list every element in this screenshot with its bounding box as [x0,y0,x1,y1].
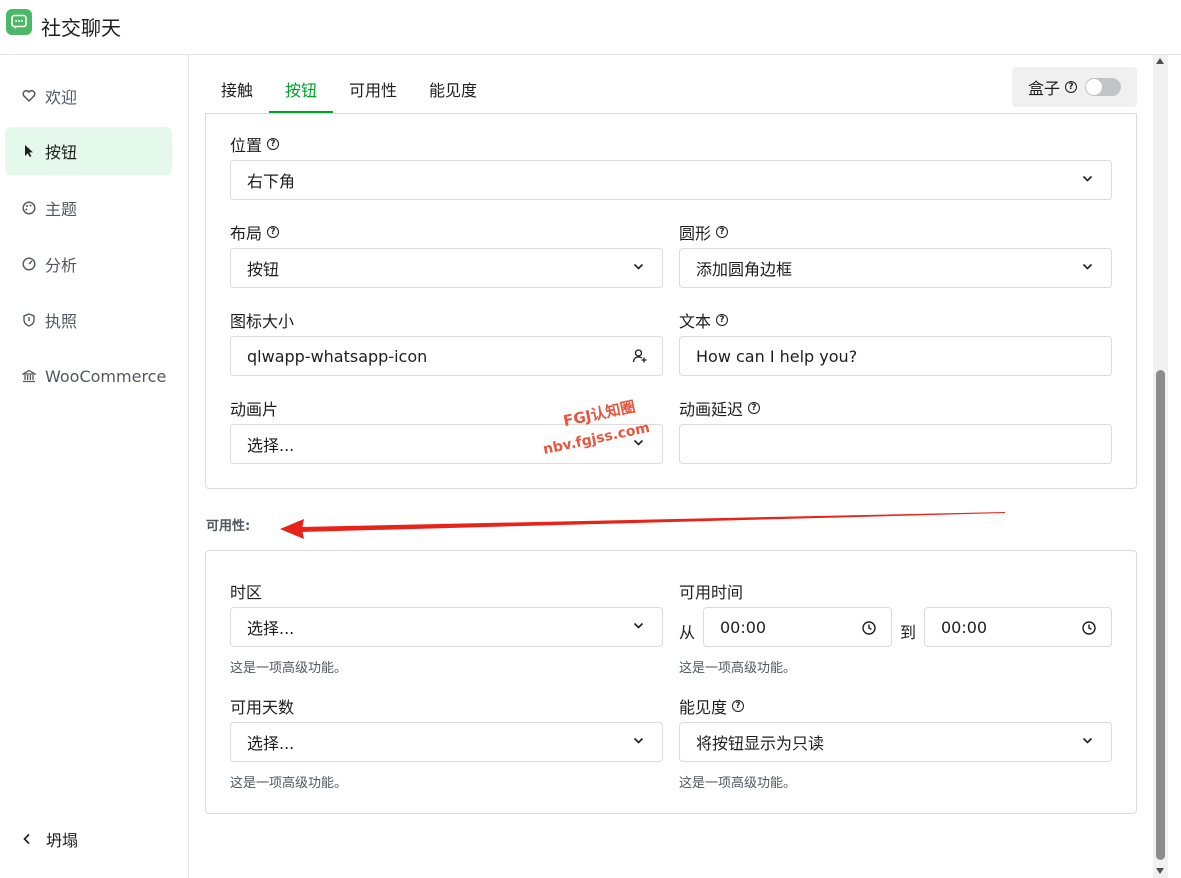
help-icon[interactable]: ? [748,402,761,414]
available-time-label: 可用时间 [679,583,744,602]
sidebar-item-label: 分析 [45,256,78,275]
icon-size-label: 图标大小 [230,312,295,331]
sidebar-item-label: WooCommerce [45,366,167,386]
timezone-label: 时区 [230,583,263,602]
help-icon[interactable]: ? [716,226,729,238]
switch-knob [1086,79,1103,95]
from-label: 从 [679,623,696,642]
button-settings-panel: 位置? 右下角 布局? 按钮 圆形? 添加圆角边框 图标大小 qlwapp-wh… [205,113,1137,489]
help-icon[interactable]: ? [267,226,280,238]
gauge-icon [22,257,36,271]
user-add-icon [632,349,647,363]
help-icon[interactable]: ? [1065,81,1078,93]
chat-logo-icon [6,9,32,35]
top-bar: 社交聊天 [0,0,1181,55]
text-input[interactable]: How can I help you? [679,336,1112,376]
position-label: 位置? [230,132,280,156]
visibility-label: 能见度? [679,694,745,718]
collapse-button[interactable]: 坍塌 [22,827,78,851]
timezone-hint: 这是一项高级功能。 [230,661,348,676]
sidebar-item-label: 执照 [45,312,78,331]
animation-label: 动画片 [230,400,279,419]
chevron-down-icon [1082,737,1093,744]
chevron-down-icon [1082,175,1093,182]
rounded-select[interactable]: 添加圆角边框 [679,248,1112,288]
sidebar: 欢迎 按钮 主题 分析 执照 WooCommerce 坍塌 [0,55,189,878]
scroll-up-arrow-icon[interactable] [1156,58,1164,64]
tab-bar: 接触 按钮 可用性 能见度 [205,67,493,113]
sidebar-item-welcome[interactable]: 欢迎 [5,72,172,120]
cursor-icon [22,144,36,158]
sidebar-item-label: 按钮 [45,143,78,162]
position-select[interactable]: 右下角 [230,160,1112,200]
scrollbar-thumb[interactable] [1156,370,1165,860]
rounded-label: 圆形? [679,220,729,244]
chevron-left-icon [22,830,32,849]
clock-icon [862,621,876,635]
timezone-select[interactable]: 选择... [230,607,663,647]
sidebar-item-label: 主题 [45,200,78,219]
tab-visibility[interactable]: 能见度 [413,67,493,113]
shield-icon [22,313,36,327]
help-icon[interactable]: ? [732,700,745,712]
chevron-down-icon [633,737,644,744]
chevron-down-icon [633,622,644,629]
scroll-down-arrow-icon[interactable] [1156,868,1164,874]
box-toggle-label: 盒子 [1028,79,1061,98]
to-label: 到 [900,623,917,642]
available-days-label: 可用天数 [230,698,295,717]
bank-icon [22,369,36,383]
tab-contact[interactable]: 接触 [205,67,269,113]
availability-panel: 时区 选择... 这是一项高级功能。 可用时间 从 00:00 到 00:00 … [205,550,1137,814]
chevron-down-icon [1082,263,1093,270]
box-switch[interactable] [1085,78,1122,96]
sidebar-item-button[interactable]: 按钮 [5,127,172,175]
sidebar-item-woocommerce[interactable]: WooCommerce [5,352,172,400]
layout-label: 布局? [230,220,280,244]
sidebar-item-label: 欢迎 [45,88,78,107]
chevron-down-icon [633,439,644,446]
visibility-select[interactable]: 将按钮显示为只读 [679,722,1112,762]
help-icon[interactable]: ? [716,314,729,326]
visibility-hint: 这是一项高级功能。 [679,776,797,791]
box-toggle[interactable]: 盒子 ? [1012,67,1137,107]
app-title: 社交聊天 [41,16,121,40]
icon-size-input[interactable]: qlwapp-whatsapp-icon [230,336,663,376]
availability-section-title: 可用性: [206,519,251,534]
palette-icon [22,201,36,215]
sidebar-item-theme[interactable]: 主题 [5,184,172,232]
sidebar-item-analytics[interactable]: 分析 [5,240,172,288]
heart-icon [22,89,36,103]
collapse-label: 坍塌 [46,831,79,850]
available-days-hint: 这是一项高级功能。 [230,776,348,791]
tab-availability[interactable]: 可用性 [333,67,413,113]
chevron-down-icon [633,263,644,270]
help-icon[interactable]: ? [267,138,280,150]
available-days-select[interactable]: 选择... [230,722,663,762]
to-time-input[interactable]: 00:00 [924,607,1112,647]
clock-icon [1082,621,1096,635]
sidebar-item-license[interactable]: 执照 [5,296,172,344]
text-label: 文本? [679,308,729,332]
available-time-hint: 这是一项高级功能。 [679,661,797,676]
animation-delay-label: 动画延迟? [679,396,761,420]
animation-delay-input[interactable] [679,424,1112,464]
from-time-input[interactable]: 00:00 [703,607,892,647]
tab-button[interactable]: 按钮 [269,67,334,113]
layout-select[interactable]: 按钮 [230,248,663,288]
